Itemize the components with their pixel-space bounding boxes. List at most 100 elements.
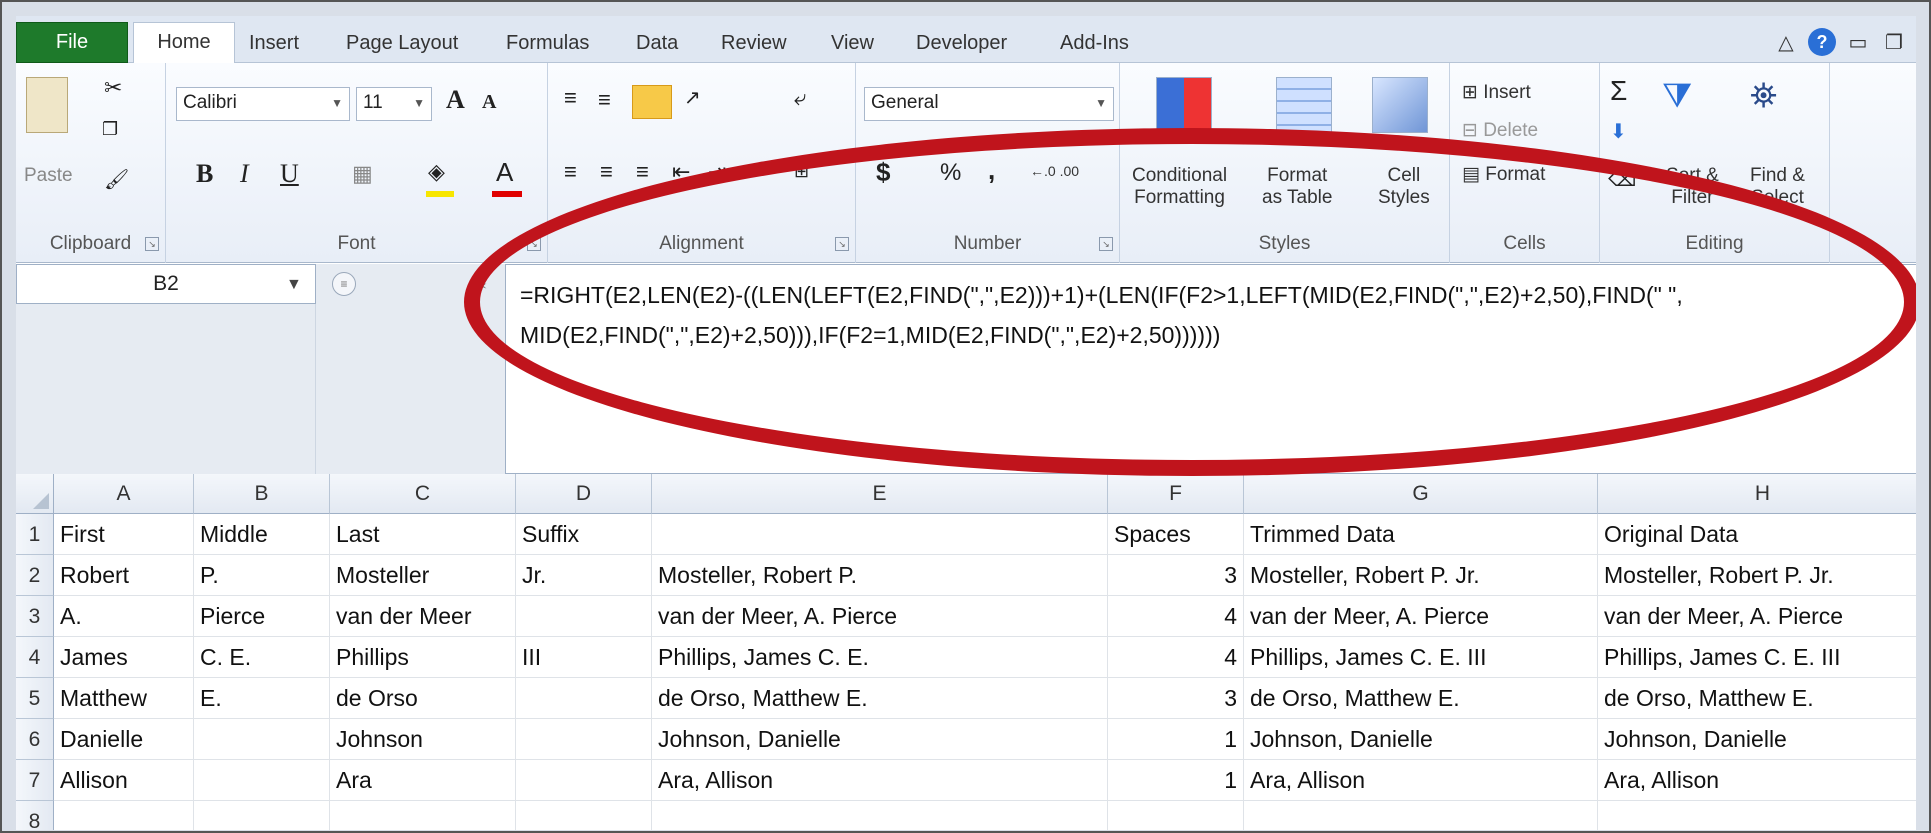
cell-d5[interactable] (516, 678, 652, 719)
paste-icon[interactable] (26, 77, 68, 133)
cell-g1[interactable]: Trimmed Data (1244, 514, 1598, 555)
tab-data[interactable]: Data (636, 28, 678, 63)
cell-g4[interactable]: Phillips, James C. E. III (1244, 637, 1598, 678)
currency-button[interactable]: $ (876, 157, 890, 188)
formula-input[interactable]: =RIGHT(E2,LEN(E2)-((LEN(LEFT(E2,FIND(","… (506, 264, 1916, 474)
column-header-h[interactable]: H (1598, 474, 1916, 514)
name-box-dropdown-icon[interactable]: ▼ (286, 276, 302, 294)
autosum-button[interactable]: Σ (1610, 75, 1627, 107)
cell-g2[interactable]: Mosteller, Robert P. Jr. (1244, 555, 1598, 596)
cell-c2[interactable]: Mosteller (330, 555, 516, 596)
clipboard-launcher-icon[interactable]: ↘ (145, 237, 159, 251)
cell-b6[interactable] (194, 719, 330, 760)
format-painter-icon[interactable]: 🖌 (104, 167, 129, 192)
row-header-7[interactable]: 7 (16, 760, 54, 801)
cell-styles-button[interactable]: Cell Styles (1378, 165, 1430, 209)
cell-b5[interactable]: E. (194, 678, 330, 719)
cell-e2[interactable]: Mosteller, Robert P. (652, 555, 1108, 596)
format-as-table-icon[interactable] (1276, 77, 1332, 133)
sort-filter-icon[interactable]: ⧩ (1662, 77, 1692, 116)
minimize-ribbon-icon[interactable]: △ (1772, 30, 1800, 55)
cell-f8[interactable] (1108, 801, 1244, 830)
format-cells-button[interactable]: ▤ Format (1462, 163, 1545, 186)
find-select-button[interactable]: Find & Select (1750, 165, 1805, 209)
italic-button[interactable]: I (240, 159, 249, 189)
cell-f1[interactable]: Spaces (1108, 514, 1244, 555)
sort-filter-button[interactable]: Sort & Filter (1666, 165, 1719, 209)
insert-function-icon[interactable]: ≡ (332, 272, 356, 296)
cell-e8[interactable] (652, 801, 1108, 830)
copy-icon[interactable]: ❐ (102, 119, 118, 140)
tab-formulas[interactable]: Formulas (506, 28, 589, 63)
tab-developer[interactable]: Developer (916, 28, 1007, 63)
cell-b7[interactable] (194, 760, 330, 801)
select-all-button[interactable] (16, 474, 54, 514)
cell-g5[interactable]: de Orso, Matthew E. (1244, 678, 1598, 719)
font-name-select[interactable]: Calibri ▼ (176, 87, 350, 121)
cell-g8[interactable] (1244, 801, 1598, 830)
format-as-table-button[interactable]: Format as Table (1262, 165, 1332, 209)
underline-button[interactable]: U (280, 159, 299, 189)
cell-d7[interactable] (516, 760, 652, 801)
cell-h1[interactable]: Original Data (1598, 514, 1916, 555)
cell-e6[interactable]: Johnson, Danielle (652, 719, 1108, 760)
cell-f2[interactable]: 3 (1108, 555, 1244, 596)
cell-a2[interactable]: Robert (54, 555, 194, 596)
insert-cells-button[interactable]: ⊞ Insert (1462, 81, 1531, 104)
column-header-g[interactable]: G (1244, 474, 1598, 514)
cell-h8[interactable] (1598, 801, 1916, 830)
align-center-icon[interactable]: ≡ (600, 159, 613, 185)
cell-e1[interactable] (652, 514, 1108, 555)
minimize-window-icon[interactable]: ▭ (1844, 30, 1872, 55)
cell-g6[interactable]: Johnson, Danielle (1244, 719, 1598, 760)
name-box[interactable]: B2 (16, 264, 316, 304)
column-header-a[interactable]: A (54, 474, 194, 514)
cell-g7[interactable]: Ara, Allison (1244, 760, 1598, 801)
tab-view[interactable]: View (831, 28, 874, 63)
fill-color-icon[interactable]: ◈ (428, 159, 445, 185)
row-header-4[interactable]: 4 (16, 637, 54, 678)
column-header-e[interactable]: E (652, 474, 1108, 514)
tab-file[interactable]: File (16, 22, 128, 63)
row-header-6[interactable]: 6 (16, 719, 54, 760)
cell-a1[interactable]: First (54, 514, 194, 555)
tab-page-layout[interactable]: Page Layout (346, 28, 458, 63)
tab-insert[interactable]: Insert (249, 28, 299, 63)
align-top-icon[interactable]: ≡ (564, 85, 577, 111)
row-header-2[interactable]: 2 (16, 555, 54, 596)
restore-window-icon[interactable]: ❐ (1880, 30, 1908, 55)
cell-d8[interactable] (516, 801, 652, 830)
conditional-formatting-icon[interactable] (1156, 77, 1212, 133)
cell-f4[interactable]: 4 (1108, 637, 1244, 678)
clear-icon[interactable]: ⌫ (1608, 167, 1636, 192)
cell-c4[interactable]: Phillips (330, 637, 516, 678)
cell-c5[interactable]: de Orso (330, 678, 516, 719)
cell-a6[interactable]: Danielle (54, 719, 194, 760)
align-bottom-button[interactable] (632, 85, 672, 119)
number-launcher-icon[interactable]: ↘ (1099, 237, 1113, 251)
cell-b2[interactable]: P. (194, 555, 330, 596)
cell-d3[interactable] (516, 596, 652, 637)
cell-a5[interactable]: Matthew (54, 678, 194, 719)
row-header-5[interactable]: 5 (16, 678, 54, 719)
cell-d1[interactable]: Suffix (516, 514, 652, 555)
cell-f7[interactable]: 1 (1108, 760, 1244, 801)
cell-f5[interactable]: 3 (1108, 678, 1244, 719)
tab-add-ins[interactable]: Add-Ins (1060, 28, 1129, 63)
font-launcher-icon[interactable]: ↘ (527, 237, 541, 251)
binoculars-icon[interactable]: ⛯ (1750, 77, 1777, 116)
column-header-d[interactable]: D (516, 474, 652, 514)
cell-e4[interactable]: Phillips, James C. E. (652, 637, 1108, 678)
cell-b8[interactable] (194, 801, 330, 830)
alignment-launcher-icon[interactable]: ↘ (835, 237, 849, 251)
cell-f6[interactable]: 1 (1108, 719, 1244, 760)
delete-cells-button[interactable]: ⊟ Delete (1462, 119, 1538, 142)
cell-c1[interactable]: Last (330, 514, 516, 555)
cell-f3[interactable]: 4 (1108, 596, 1244, 637)
increase-indent-icon[interactable]: ⇥ (708, 159, 726, 185)
tab-review[interactable]: Review (721, 28, 787, 63)
cell-c3[interactable]: van der Meer (330, 596, 516, 637)
help-icon[interactable]: ? (1808, 28, 1836, 56)
bold-button[interactable]: B (196, 159, 213, 189)
row-header-3[interactable]: 3 (16, 596, 54, 637)
